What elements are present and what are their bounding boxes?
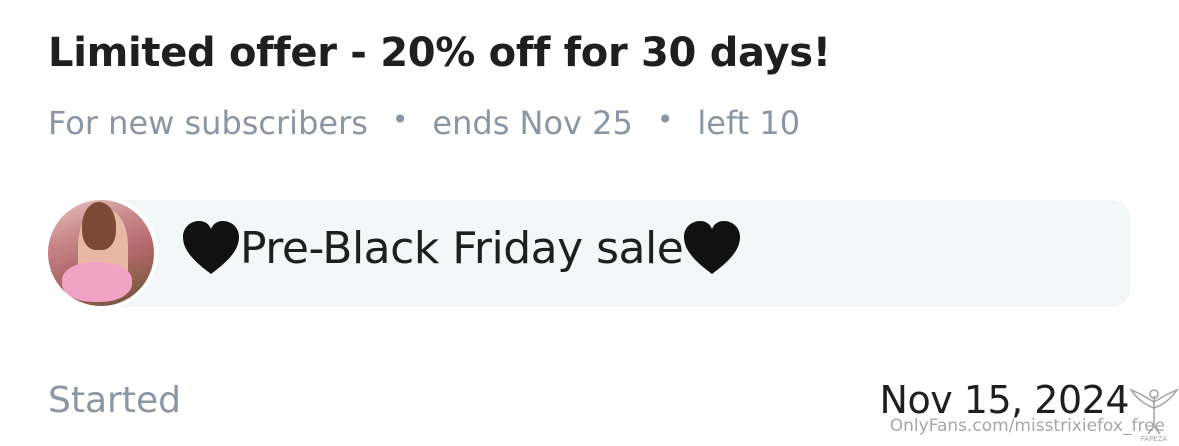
offer-title: Limited offer - 20% off for 30 days! — [48, 30, 831, 76]
offer-end-date: ends Nov 25 — [432, 104, 633, 142]
watermark-logo-icon: FAPEZA — [1128, 386, 1179, 443]
black-heart-icon — [683, 220, 741, 276]
message-text: Pre-Black Friday sale — [182, 220, 741, 276]
offer-meta: For new subscribers • ends Nov 25 • left… — [48, 102, 801, 143]
offer-audience: For new subscribers — [48, 104, 368, 142]
watermark-text: OnlyFans.com/misstrixiefox_free — [889, 416, 1165, 436]
started-label: Started — [48, 380, 181, 421]
black-heart-icon — [182, 220, 240, 276]
meta-separator: • — [391, 102, 409, 136]
svg-text:FAPEZA: FAPEZA — [1141, 435, 1168, 442]
avatar[interactable] — [44, 196, 158, 310]
message-label: Pre-Black Friday sale — [240, 222, 684, 274]
avatar-image — [48, 200, 154, 306]
offer-remaining: left 10 — [697, 104, 801, 142]
meta-separator: • — [656, 102, 674, 136]
